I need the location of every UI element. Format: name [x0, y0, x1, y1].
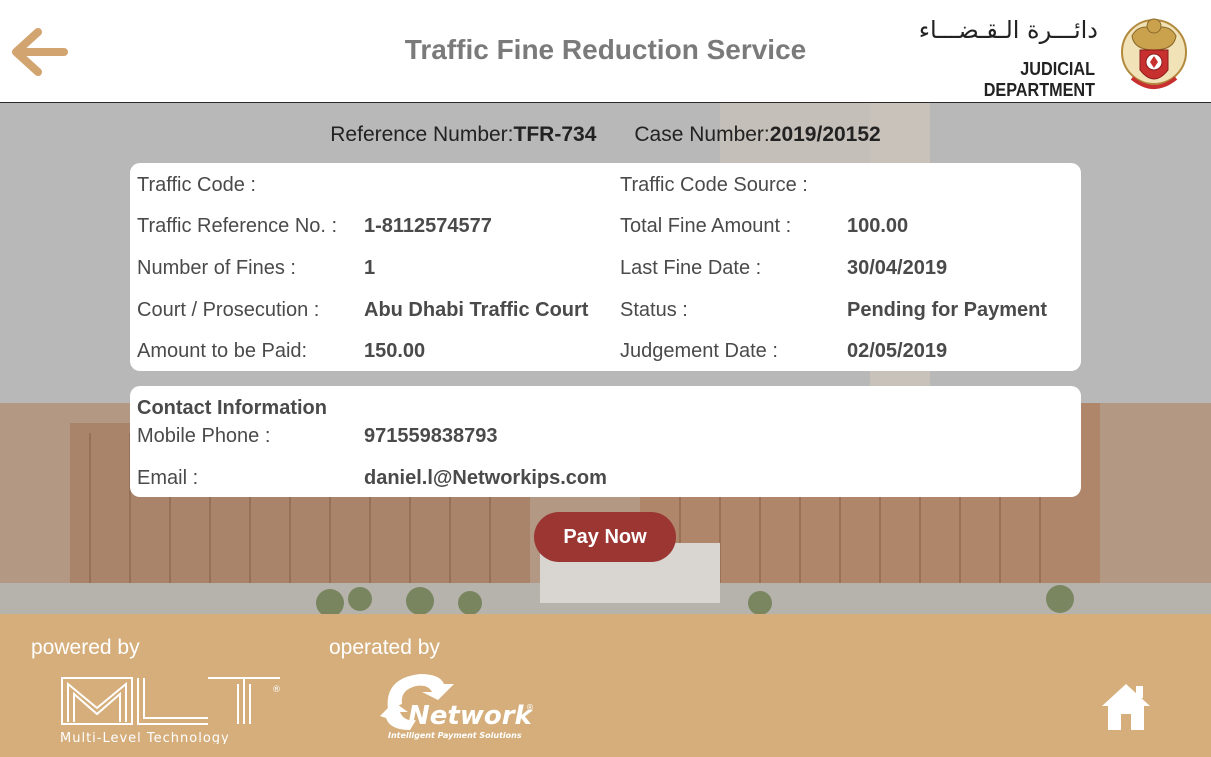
judgement-date-label: Judgement Date :: [620, 340, 778, 362]
reference-number-value: TFR-734: [513, 123, 597, 146]
reference-number-label: Reference Number:: [330, 123, 514, 146]
department-name-arabic: دائـــرة الـقـضـــاء: [918, 16, 1098, 44]
mobile-phone-value: 971559838793: [364, 425, 498, 447]
status-value: Pending for Payment: [847, 299, 1048, 321]
judgement-date-value: 02/05/2019: [847, 340, 948, 362]
last-fine-date-value: 30/04/2019: [847, 257, 948, 279]
department-name-english: JUDICIAL DEPARTMENT: [983, 59, 1095, 100]
traffic-code-label: Traffic Code :: [137, 174, 256, 196]
network-logo: Network ® Intelligent Payment Solutions: [380, 674, 534, 740]
mlt-logo: ® Multi-Level Technology: [60, 677, 281, 744]
network-tagline: Intelligent Payment Solutions: [388, 731, 522, 740]
pay-now-button[interactable]: Pay Now: [534, 512, 676, 562]
email-value: daniel.l@Networkips.com: [364, 467, 607, 489]
powered-by-label: powered by: [31, 636, 140, 659]
amount-to-be-paid-value: 150.00: [364, 340, 426, 362]
reference-line: Reference Number:TFR-734 Case Number:2019…: [0, 123, 1211, 147]
status-label: Status :: [620, 299, 688, 321]
amount-to-be-paid-label: Amount to be Paid:: [137, 340, 308, 362]
svg-text:®: ®: [526, 703, 534, 712]
court-prosecution-label: Court / Prosecution :: [137, 299, 320, 321]
mlt-tagline: Multi-Level Technology: [60, 731, 230, 744]
svg-text:®: ®: [272, 685, 281, 695]
mobile-phone-label: Mobile Phone :: [137, 425, 271, 447]
traffic-reference-value: 1-8112574577: [364, 215, 492, 237]
footer-bar: powered by operated by ® Multi-Level Tec…: [0, 614, 1211, 757]
contact-information-title: Contact Information: [137, 397, 327, 419]
last-fine-date-label: Last Fine Date :: [620, 257, 762, 279]
operated-by-label: operated by: [329, 636, 440, 659]
fine-details-card: Traffic Code : Traffic Code Source : Tra…: [130, 163, 1081, 371]
home-icon[interactable]: [1098, 680, 1154, 732]
case-number-label: Case Number:: [634, 123, 770, 146]
number-of-fines-label: Number of Fines :: [137, 257, 296, 279]
contact-information-card: Contact Information Mobile Phone : 97155…: [130, 386, 1081, 497]
case-number-value: 2019/20152: [769, 123, 881, 146]
header-bar: Traffic Fine Reduction Service دائـــرة …: [0, 0, 1211, 103]
emblem-icon: [1121, 18, 1187, 89]
total-fine-amount-value: 100.00: [847, 215, 909, 237]
total-fine-amount-label: Total Fine Amount :: [620, 215, 792, 237]
court-prosecution-value: Abu Dhabi Traffic Court: [364, 299, 589, 321]
main-content: Reference Number:TFR-734 Case Number:2019…: [0, 103, 1211, 614]
traffic-reference-label: Traffic Reference No. :: [137, 215, 338, 237]
email-label: Email :: [137, 467, 199, 489]
number-of-fines-value: 1: [364, 257, 376, 279]
traffic-code-source-label: Traffic Code Source :: [620, 174, 808, 196]
network-logo-text: Network: [408, 701, 534, 731]
